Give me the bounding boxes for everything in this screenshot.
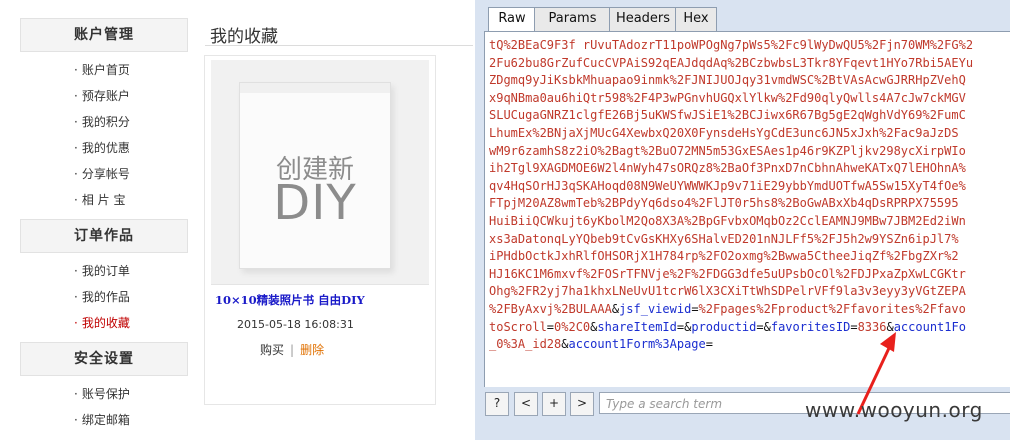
bullet-icon: · bbox=[74, 167, 78, 181]
sidebar-item[interactable]: · 我的积分 bbox=[20, 109, 188, 135]
bullet-icon: · bbox=[74, 413, 78, 427]
sidebar-section-items: · 账号保护 · 绑定邮箱 bbox=[20, 376, 188, 439]
buy-link[interactable]: 购买 bbox=[260, 343, 284, 357]
sidebar-item-label: 我的积分 bbox=[81, 115, 130, 129]
product-box-image: 创建新 DIY bbox=[239, 82, 391, 269]
delete-link[interactable]: 删除 bbox=[300, 343, 324, 357]
favorite-card: 创建新 DIY 10×10精装照片书 自由DIY 2015-05-18 16:0… bbox=[204, 55, 436, 405]
thumb-line2: DIY bbox=[273, 175, 357, 231]
tab-headers[interactable]: Headers bbox=[609, 7, 677, 31]
bullet-icon: · bbox=[74, 316, 78, 330]
panel-footer bbox=[475, 421, 1010, 440]
next-button[interactable]: > bbox=[570, 392, 594, 416]
sidebar-item[interactable]: · 账户首页 bbox=[20, 57, 188, 83]
raw-request-text[interactable]: tQ%2BEaC9F3f rUvuTAdozrT11poWPOgNg7pWs5%… bbox=[485, 32, 1010, 354]
sidebar-item[interactable]: · 我的优惠 bbox=[20, 135, 188, 161]
request-inspector-panel: Raw Params Headers Hex tQ%2BEaC9F3f rUvuTAd… bbox=[475, 0, 1010, 440]
raw-request-view[interactable]: tQ%2BEaC9F3f rUvuTAdozrT11poWPOgNg7pWs5%… bbox=[484, 31, 1010, 387]
product-name-link[interactable]: 10×10精装照片书 自由DIY bbox=[215, 292, 365, 308]
sidebar-item[interactable]: · 我的收藏 bbox=[20, 310, 188, 336]
sidebar-section-items: · 我的订单 · 我的作品 · 我的收藏 bbox=[20, 253, 188, 342]
sidebar-item-label: 账户首页 bbox=[81, 63, 130, 77]
sidebar-item-label: 我的收藏 bbox=[81, 316, 130, 330]
sidebar-section-title: 账户管理 bbox=[20, 18, 188, 52]
bullet-icon: · bbox=[74, 141, 78, 155]
sidebar-item-label: 绑定邮箱 bbox=[81, 413, 130, 427]
bullet-icon: · bbox=[74, 89, 78, 103]
sidebar-item[interactable]: · 分享帐号 bbox=[20, 161, 188, 187]
action-separator: | bbox=[290, 343, 295, 357]
sidebar-item[interactable]: · 预存账户 bbox=[20, 83, 188, 109]
bullet-icon: · bbox=[74, 290, 78, 304]
tab-raw[interactable]: Raw bbox=[488, 7, 536, 32]
help-button[interactable]: ? bbox=[485, 392, 509, 416]
sidebar-section-title: 订单作品 bbox=[20, 219, 188, 253]
sidebar-item-label: 分享帐号 bbox=[81, 167, 130, 181]
page-title: 我的收藏 bbox=[210, 27, 278, 47]
tab-params[interactable]: Params bbox=[534, 7, 611, 31]
watermark: www.wooyun.org bbox=[805, 398, 983, 422]
sidebar: 账户管理 · 账户首页 · 预存账户 · 我的积分 · 我的优惠 · 分享帐号 · 相 片 宝订单作品 ·… bbox=[20, 18, 188, 439]
bullet-icon: · bbox=[74, 193, 78, 207]
bullet-icon: · bbox=[74, 115, 78, 129]
bullet-icon: · bbox=[74, 264, 78, 278]
sidebar-item[interactable]: · 我的作品 bbox=[20, 284, 188, 310]
sidebar-item-label: 我的订单 bbox=[81, 264, 130, 278]
sidebar-section-items: · 账户首页 · 预存账户 · 我的积分 · 我的优惠 · 分享帐号 · 相 片 宝 bbox=[20, 52, 188, 219]
sidebar-item-label: 相 片 宝 bbox=[81, 193, 126, 207]
tab-hex[interactable]: Hex bbox=[675, 7, 717, 31]
sidebar-item[interactable]: · 绑定邮箱 bbox=[20, 407, 188, 433]
title-divider bbox=[205, 45, 473, 46]
sidebar-item-label: 我的作品 bbox=[81, 290, 130, 304]
card-actions: 购买 | 删除 bbox=[260, 341, 324, 358]
sidebar-item-label: 账号保护 bbox=[81, 387, 130, 401]
prev-button[interactable]: < bbox=[514, 392, 538, 416]
add-button[interactable]: + bbox=[542, 392, 566, 416]
product-thumbnail[interactable]: 创建新 DIY bbox=[211, 60, 429, 285]
sidebar-item[interactable]: · 我的订单 bbox=[20, 258, 188, 284]
sidebar-section-title: 安全设置 bbox=[20, 342, 188, 376]
favorite-date: 2015-05-18 16:08:31 bbox=[237, 318, 354, 331]
sidebar-item[interactable]: · 账号保护 bbox=[20, 381, 188, 407]
bullet-icon: · bbox=[74, 387, 78, 401]
box-lid bbox=[240, 83, 390, 93]
sidebar-item-label: 我的优惠 bbox=[81, 141, 130, 155]
sidebar-item[interactable]: · 相 片 宝 bbox=[20, 187, 188, 213]
bullet-icon: · bbox=[74, 63, 78, 77]
sidebar-item-label: 预存账户 bbox=[81, 89, 130, 103]
